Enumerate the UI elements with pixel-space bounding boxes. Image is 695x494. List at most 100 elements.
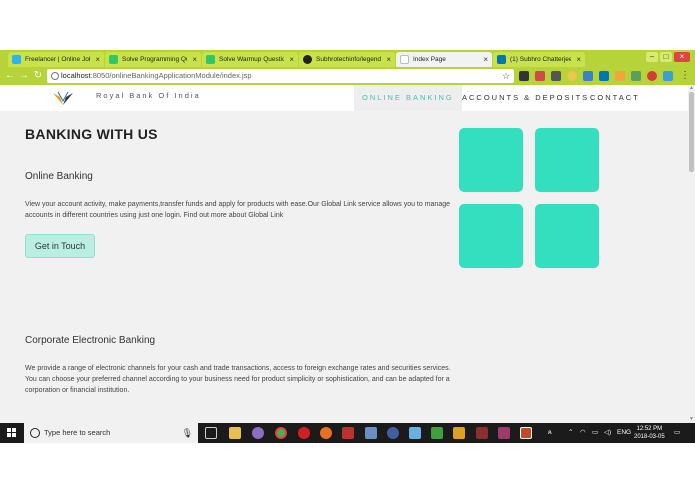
feature-tile[interactable] — [459, 204, 523, 268]
people-icon[interactable]: ጸ — [548, 423, 552, 443]
extension-icon[interactable] — [551, 71, 561, 81]
browser-tab[interactable]: Subhrotechinfo/legend × — [299, 52, 395, 67]
extension-icon[interactable] — [567, 71, 577, 81]
feature-tile[interactable] — [535, 204, 599, 268]
close-tab-icon[interactable]: × — [483, 52, 488, 67]
task-view-icon[interactable] — [205, 427, 217, 439]
search-placeholder: Type here to search — [44, 428, 111, 437]
site-header: Royal Bank Of India ONLINE BANKING ACCOU… — [0, 85, 688, 111]
bank-brand-name: Royal Bank Of India — [96, 91, 201, 100]
minimize-icon[interactable]: – — [646, 52, 658, 62]
nav-online-banking[interactable]: ONLINE BANKING — [354, 85, 462, 111]
freelancer-favicon-icon — [12, 55, 21, 64]
address-bar[interactable]: localhost:8050/onlineBankingApplicationM… — [47, 69, 514, 83]
tab-title: Freelancer | Online Jobs — [25, 56, 90, 63]
hackerrank-favicon-icon — [206, 55, 215, 64]
volume-icon[interactable]: ◁) — [604, 423, 611, 443]
tab-title: (1) Subhro Chatterjee | L — [510, 56, 571, 63]
close-window-icon[interactable]: × — [674, 52, 690, 62]
app-icon[interactable] — [476, 427, 488, 439]
scroll-up-icon[interactable]: ▲ — [689, 85, 694, 91]
url-host: localhost — [61, 71, 91, 80]
app-icon[interactable] — [498, 427, 510, 439]
browser-tab-active[interactable]: Index Page × — [396, 52, 492, 67]
input-language[interactable]: ENG — [617, 423, 631, 443]
firefox-icon[interactable] — [320, 427, 332, 439]
taskbar-clock[interactable]: 12:52 PM 2018-03-05 — [634, 425, 665, 441]
nav-accounts-deposits[interactable]: ACCOUNTS & DEPOSITS — [454, 85, 597, 111]
browser-tab[interactable]: Freelancer | Online Jobs × — [8, 52, 104, 67]
app-icon[interactable] — [520, 427, 532, 439]
browser-toolbar: ← → ↻ localhost:8050/onlineBankingApplic… — [0, 67, 695, 85]
windows-start-icon[interactable] — [7, 428, 17, 438]
bank-logo-icon[interactable] — [52, 91, 74, 107]
opera-icon[interactable] — [298, 427, 310, 439]
close-tab-icon[interactable]: × — [576, 52, 581, 67]
app-icon[interactable] — [431, 427, 443, 439]
linkedin-extension-icon[interactable] — [599, 71, 609, 81]
linkedin-favicon-icon — [497, 55, 506, 64]
feature-tile[interactable] — [535, 128, 599, 192]
scroll-down-icon[interactable]: ▼ — [689, 416, 694, 422]
extension-icon[interactable] — [519, 71, 529, 81]
tab-title: Index Page — [413, 56, 446, 63]
screen: Freelancer | Online Jobs × Solve Program… — [0, 0, 695, 494]
get-in-touch-button[interactable]: Get in Touch — [25, 234, 95, 258]
sublime-text-icon[interactable] — [453, 427, 465, 439]
browser-tab[interactable]: (1) Subhro Chatterjee | L × — [493, 52, 585, 67]
file-explorer-icon[interactable] — [229, 427, 241, 439]
bookmark-star-icon[interactable]: ☆ — [502, 69, 510, 83]
section-title-online-banking: Online Banking — [25, 171, 93, 182]
eclipse-icon[interactable] — [365, 427, 377, 439]
microphone-icon[interactable]: 🎙 — [182, 423, 193, 443]
windows-taskbar: Type here to search 🎙 ጸ ⌃ ◠ ▭ ◁) ENG 12:… — [0, 423, 695, 443]
github-favicon-icon — [303, 55, 312, 64]
back-icon[interactable]: ← — [4, 69, 16, 83]
extension-icon[interactable] — [647, 71, 657, 81]
scrollbar-thumb[interactable] — [689, 92, 694, 172]
app-icon[interactable] — [252, 427, 264, 439]
clock-time: 12:52 PM — [636, 426, 663, 432]
page-favicon-icon — [400, 55, 409, 64]
extension-icon[interactable] — [583, 71, 593, 81]
info-icon[interactable] — [51, 72, 59, 80]
top-margin — [0, 0, 695, 50]
extension-icon[interactable] — [663, 71, 673, 81]
browser-menu-icon[interactable]: ⋮ — [679, 69, 691, 83]
battery-icon[interactable]: ▭ — [592, 423, 598, 443]
clock-date: 2018-03-05 — [634, 434, 665, 440]
app-icon[interactable] — [342, 427, 354, 439]
forward-icon[interactable]: → — [18, 69, 30, 83]
page-content: BANKING WITH US Online Banking View your… — [0, 111, 688, 423]
tab-title: Solve Programming Qu — [122, 56, 187, 63]
page-heading: BANKING WITH US — [25, 126, 158, 142]
section-title-corporate-banking: Corporate Electronic Banking — [25, 335, 156, 346]
feature-tile[interactable] — [459, 128, 523, 192]
app-icon[interactable] — [409, 427, 421, 439]
browser-tab[interactable]: Solve Warmup Questio × — [202, 52, 298, 67]
extension-icon[interactable] — [631, 71, 641, 81]
tab-title: Solve Warmup Questio — [219, 56, 284, 63]
taskbar-search-box[interactable]: Type here to search 🎙 — [24, 423, 198, 443]
maximize-icon[interactable]: □ — [660, 52, 672, 62]
tab-title: Subhrotechinfo/legend — [316, 56, 381, 63]
tray-chevron-icon[interactable]: ⌃ — [568, 423, 573, 443]
section-text-online-banking: View your account activity, make payment… — [25, 201, 451, 219]
bottom-margin — [0, 443, 695, 494]
close-tab-icon[interactable]: × — [95, 52, 100, 67]
close-tab-icon[interactable]: × — [289, 52, 294, 67]
cortana-icon — [30, 428, 40, 438]
chrome-icon[interactable] — [275, 427, 287, 439]
browser-tab[interactable]: Solve Programming Qu × — [105, 52, 201, 67]
close-tab-icon[interactable]: × — [386, 52, 391, 67]
extension-icon[interactable] — [535, 71, 545, 81]
action-center-icon[interactable]: ▭ — [674, 423, 680, 443]
hackerrank-favicon-icon — [109, 55, 118, 64]
extension-icon[interactable] — [615, 71, 625, 81]
close-tab-icon[interactable]: × — [192, 52, 197, 67]
network-icon[interactable]: ◠ — [580, 423, 586, 443]
nav-contact[interactable]: CONTACT — [582, 85, 648, 111]
app-icon[interactable] — [387, 427, 399, 439]
reload-icon[interactable]: ↻ — [32, 69, 44, 83]
browser-tab-strip: Freelancer | Online Jobs × Solve Program… — [0, 50, 695, 67]
